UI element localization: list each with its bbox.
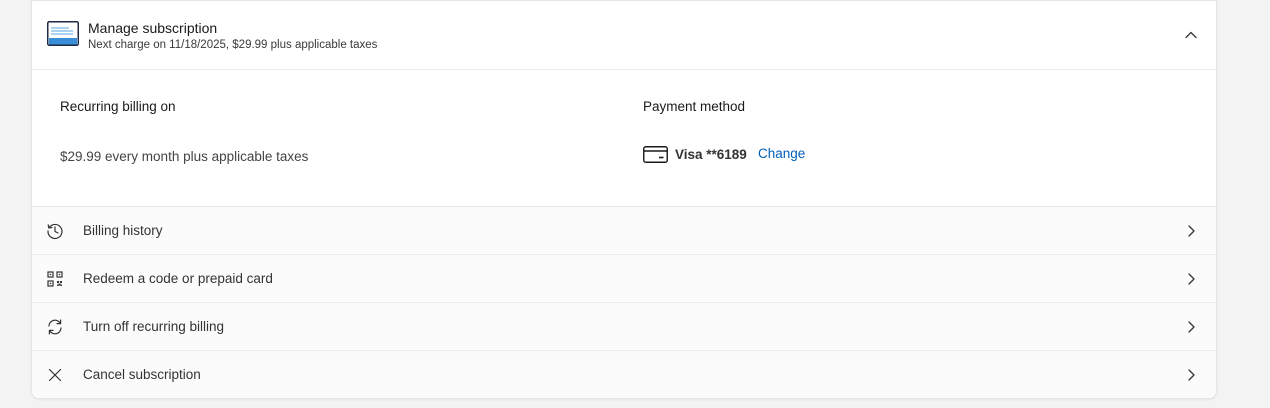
turn-off-recurring-label: Turn off recurring billing: [83, 319, 225, 334]
chevron-right-icon: [1188, 273, 1195, 285]
next-charge-text: Next charge on 11/18/2025, $29.99 plus a…: [88, 39, 378, 51]
subscription-card: Manage subscription Next charge on 11/18…: [31, 0, 1217, 399]
subscription-card-icon: [47, 21, 79, 46]
chevron-up-icon[interactable]: [1184, 28, 1198, 42]
billing-history-label: Billing history: [83, 223, 163, 238]
payment-method-label: Payment method: [643, 99, 746, 114]
turn-off-recurring-row[interactable]: Turn off recurring billing: [32, 303, 1216, 351]
billing-details: Recurring billing on $29.99 every month …: [32, 70, 1216, 207]
redeem-code-row[interactable]: Redeem a code or prepaid card: [32, 255, 1216, 303]
header-title: Manage subscription: [88, 20, 218, 36]
chevron-right-icon: [1188, 321, 1195, 333]
chevron-right-icon: [1188, 225, 1195, 237]
sync-icon: [48, 319, 62, 335]
history-icon: [47, 223, 63, 239]
payment-card-text: Visa **6189: [675, 147, 747, 162]
cancel-subscription-label: Cancel subscription: [83, 367, 201, 382]
chevron-right-icon: [1188, 369, 1195, 381]
recurring-billing-value: $29.99 every month plus applicable taxes: [60, 149, 309, 164]
qr-code-icon: [47, 271, 63, 287]
redeem-code-label: Redeem a code or prepaid card: [83, 271, 273, 286]
manage-subscription-header[interactable]: Manage subscription Next charge on 11/18…: [32, 1, 1216, 70]
close-icon: [48, 368, 62, 382]
change-payment-link[interactable]: Change: [758, 146, 805, 161]
billing-history-row[interactable]: Billing history: [32, 207, 1216, 255]
credit-card-icon: [643, 146, 668, 163]
recurring-billing-label: Recurring billing on: [60, 99, 176, 114]
cancel-subscription-row[interactable]: Cancel subscription: [32, 351, 1216, 398]
